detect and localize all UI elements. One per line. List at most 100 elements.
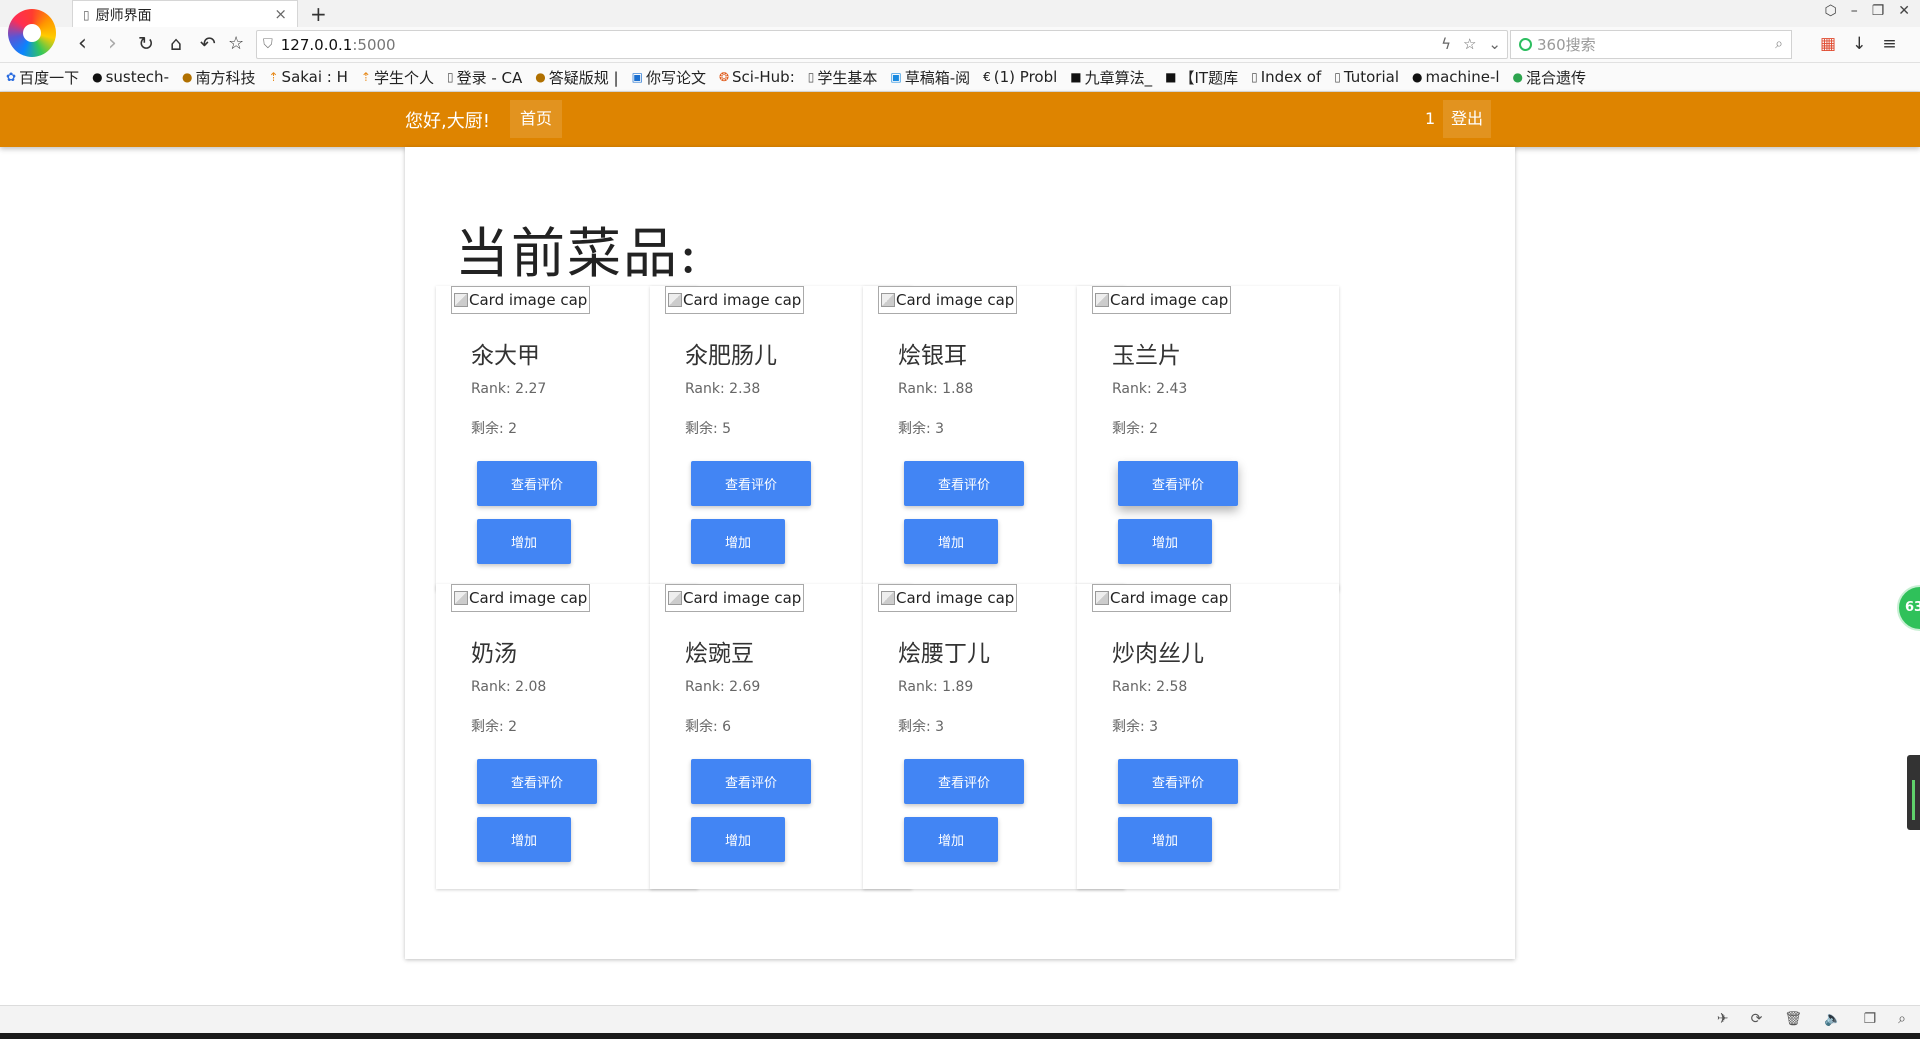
trash-icon[interactable]: 🗑 (1784, 1011, 1802, 1027)
page-icon: ▯ (1334, 70, 1341, 84)
page-icon: ▯ (807, 70, 815, 84)
add-button[interactable]: 增加 (691, 817, 785, 862)
minimize-icon[interactable]: – (1851, 3, 1858, 19)
bookmark-item[interactable]: € (1) Probl (983, 68, 1057, 86)
new-tab-icon[interactable]: + (310, 2, 327, 26)
dish-name: 奶汤 (471, 641, 517, 667)
view-reviews-button[interactable]: 查看评价 (477, 759, 597, 804)
download-icon[interactable]: ↓ (1852, 34, 1866, 54)
bookmark-item[interactable]: ● sustech- (92, 68, 169, 86)
site-navbar: 您好,大厨! 首页 1 登出 (0, 92, 1920, 147)
home-link[interactable]: 首页 (510, 100, 563, 138)
add-button[interactable]: 增加 (904, 519, 998, 564)
bookmark-item[interactable]: ● 混合遗传 (1513, 67, 1587, 88)
add-button[interactable]: 增加 (1118, 817, 1212, 862)
bookmark-item[interactable]: ● machine-l (1412, 68, 1500, 86)
tab-title: 厨师界面 (95, 7, 152, 24)
browser-logo-icon[interactable] (8, 9, 56, 57)
main-container: 当前菜品: Card image cap 氽大甲 Rank: 2.27 剩余: 2 查看… (405, 147, 1515, 959)
tab-close-icon[interactable]: × (274, 5, 287, 23)
browser-tab[interactable]: ▯ 厨师界面 × (72, 0, 298, 28)
skin-icon[interactable]: ⬡ (1824, 3, 1836, 19)
sakai-icon: ⇡ (268, 70, 279, 84)
window-controls: ⬡ – ❐ ✕ (1824, 3, 1910, 19)
search-input[interactable]: 360搜索 ⌕ (1510, 30, 1792, 59)
zoom-icon[interactable]: ⌕ (1898, 1011, 1906, 1027)
dish-remaining: 剩余: 3 (1112, 719, 1159, 735)
bookmark-item[interactable]: ▯ 登录 - CA (447, 67, 522, 88)
bookmark-item[interactable]: ▯ Index of (1251, 68, 1321, 86)
reload-icon[interactable]: ↻ (138, 32, 154, 56)
dish-remaining: 剩余: 2 (471, 719, 518, 735)
view-reviews-button[interactable]: 查看评价 (691, 461, 811, 506)
bookmark-item[interactable]: ● 答疑版规 | (535, 67, 618, 88)
dish-remaining: 剩余: 2 (471, 421, 518, 437)
bookmark-item[interactable]: ⇡ 学生个人 (361, 67, 434, 88)
bookmark-item[interactable]: ● 南方科技 (182, 67, 256, 88)
apps-grid-icon[interactable]: ▦ (1820, 34, 1836, 54)
broken-image-icon (668, 591, 682, 605)
page-icon: ▯ (447, 70, 454, 84)
add-button[interactable]: 增加 (477, 519, 571, 564)
bookmark-item[interactable]: ▣ 你写论文 (632, 67, 706, 88)
count-badge: 1 (1425, 109, 1436, 128)
card-image: Card image cap (451, 584, 591, 612)
bookmark-item[interactable]: ■ 九章算法_ (1070, 67, 1152, 88)
lightning-icon[interactable]: ϟ (1441, 35, 1451, 53)
bookmark-item[interactable]: ⇡ Sakai : H (268, 68, 347, 86)
url-port: :5000 (352, 35, 396, 54)
pin-icon[interactable]: ✈ (1717, 1011, 1729, 1027)
dish-remaining: 剩余: 6 (685, 719, 732, 735)
window-icon[interactable]: ❐ (1864, 1011, 1877, 1027)
menu-icon[interactable]: ≡ (1882, 34, 1896, 54)
favorite-star-icon[interactable]: ☆ (228, 32, 244, 56)
add-button[interactable]: 增加 (691, 519, 785, 564)
bookmark-star-icon[interactable]: ☆ (1463, 35, 1476, 53)
bookmark-item[interactable]: ▣ 草稿箱-阅 (890, 67, 970, 88)
add-button[interactable]: 增加 (904, 817, 998, 862)
back-icon[interactable]: ‹ (78, 32, 87, 56)
it-icon: ■ (1165, 70, 1177, 84)
side-handle[interactable] (1907, 755, 1920, 830)
add-button[interactable]: 增加 (477, 817, 571, 862)
undo-icon[interactable]: ↶ (200, 32, 216, 56)
refresh-icon[interactable]: ⟳ (1751, 1011, 1763, 1027)
speaker-icon[interactable]: 🔈 (1824, 1011, 1841, 1027)
bookmark-item[interactable]: ▯ 学生基本 (808, 67, 878, 88)
dish-name: 炒肉丝儿 (1112, 641, 1204, 667)
logout-link[interactable]: 登出 (1443, 100, 1492, 138)
restore-icon[interactable]: ❐ (1872, 3, 1885, 19)
scihub-icon: ❂ (718, 70, 730, 84)
view-reviews-button[interactable]: 查看评价 (1118, 759, 1238, 804)
bookmark-item[interactable]: ✿ 百度一下 (6, 67, 79, 88)
card-image: Card image cap (665, 584, 805, 612)
page-title: 当前菜品: (455, 222, 700, 285)
os-taskbar (0, 1033, 1920, 1039)
view-reviews-button[interactable]: 查看评价 (904, 461, 1024, 506)
bookmark-item[interactable]: ■ 【IT题库 (1165, 67, 1238, 88)
view-reviews-button[interactable]: 查看评价 (1118, 461, 1238, 506)
dish-card: Card image cap 炒肉丝儿 Rank: 2.58 剩余: 3 查看评价 增加 (1077, 584, 1339, 889)
forward-icon[interactable]: › (108, 32, 117, 56)
side-badge[interactable]: 63 (1897, 585, 1920, 631)
bookmark-item[interactable]: ❂ Sci-Hub: (719, 68, 795, 86)
home-icon[interactable]: ⌂ (170, 32, 182, 56)
dropdown-chevron-icon[interactable]: ⌄ (1488, 35, 1501, 53)
dish-name: 烩腰丁儿 (898, 641, 990, 667)
bookmarks-bar: ✿ 百度一下 ● sustech- ● 南方科技 ⇡ Sakai : H ⇡ 学生个人 ▯… (0, 63, 1920, 92)
close-window-icon[interactable]: ✕ (1898, 3, 1910, 19)
dish-name: 烩银耳 (898, 343, 967, 369)
view-reviews-button[interactable]: 查看评价 (691, 759, 811, 804)
bookmark-item[interactable]: ▯ Tutorial (1334, 68, 1399, 86)
view-reviews-button[interactable]: 查看评价 (477, 461, 597, 506)
browser-toolbar: ‹ › ↻ ⌂ ↶ ☆ ⛉ 127.0.0.1:5000 ϟ ☆ ⌄ 360搜索… (0, 27, 1920, 63)
add-button[interactable]: 增加 (1118, 519, 1212, 564)
magnifier-icon[interactable]: ⌕ (1775, 36, 1783, 52)
view-reviews-button[interactable]: 查看评价 (904, 759, 1024, 804)
dish-rank: Rank: 2.58 (1112, 679, 1188, 695)
card-image: Card image cap (878, 584, 1018, 612)
broken-image-icon (454, 591, 468, 605)
address-bar[interactable]: ⛉ 127.0.0.1:5000 ϟ ☆ ⌄ (256, 30, 1508, 59)
problem-icon: € (983, 70, 991, 84)
broken-image-icon (881, 591, 895, 605)
